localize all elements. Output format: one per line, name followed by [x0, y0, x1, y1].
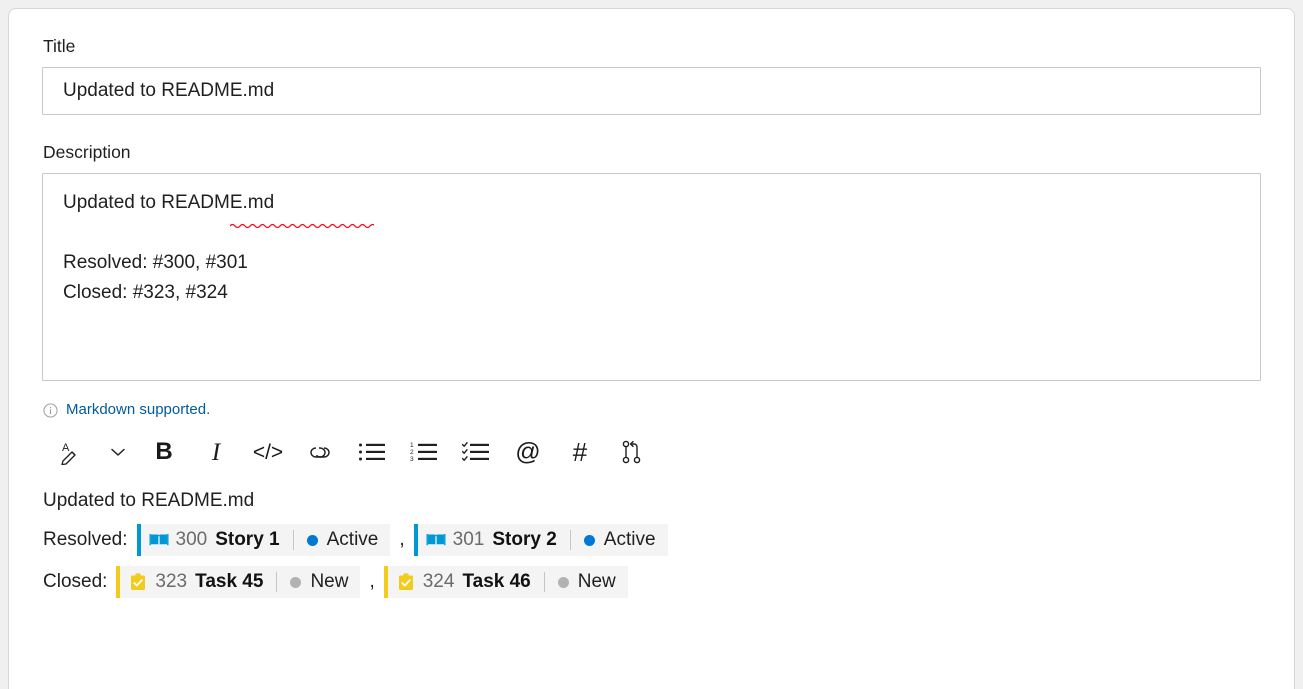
work-item-link-icon[interactable]: #	[554, 432, 606, 472]
work-item-chip[interactable]: 323 Task 45 New	[116, 566, 361, 598]
chip-separator: ,	[369, 571, 375, 592]
svg-text:A: A	[62, 442, 70, 454]
work-item-state: New	[577, 571, 616, 592]
checklist-icon[interactable]	[450, 432, 502, 472]
work-item-title: Task 46	[462, 571, 531, 592]
task-icon	[398, 573, 413, 590]
chip-separator: ,	[399, 529, 405, 550]
mention-label: @	[515, 437, 541, 466]
work-item-editor-panel: Title Description Updated to README.md R…	[8, 8, 1295, 689]
numbered-list-icon[interactable]: 1 2 3	[398, 432, 450, 472]
info-icon	[43, 402, 58, 418]
svg-text:3: 3	[410, 456, 414, 463]
bold-label: B	[155, 438, 173, 465]
italic-label: I	[211, 438, 221, 466]
task-icon	[131, 573, 146, 590]
work-item-state: Active	[326, 529, 379, 550]
state-dot	[306, 534, 318, 546]
title-input[interactable]	[42, 67, 1261, 115]
work-item-state: Active	[603, 529, 656, 550]
description-label: Description	[43, 142, 131, 162]
chip-divider	[569, 530, 571, 550]
svg-text:1: 1	[410, 442, 414, 449]
work-item-title: Task 45	[195, 571, 264, 592]
work-item-id: 323	[155, 571, 188, 592]
chip-divider	[292, 530, 294, 550]
work-item-title: Story 1	[215, 529, 280, 550]
markdown-supported-note: Markdown supported.	[43, 402, 1262, 418]
bulleted-list-icon[interactable]	[346, 432, 398, 472]
work-item-chip[interactable]: 324 Task 46 New	[383, 566, 628, 598]
chip-divider	[543, 572, 545, 592]
state-dot	[290, 576, 302, 588]
work-item-state: New	[310, 571, 349, 592]
work-item-link-label: #	[572, 437, 588, 467]
user-story-icon	[149, 534, 168, 546]
description-textarea[interactable]: Updated to README.md Resolved: #300, #30…	[42, 173, 1261, 381]
work-item-chip[interactable]: 301 Story 2 Active	[413, 524, 668, 556]
work-item-id: 324	[422, 571, 455, 592]
mention-icon[interactable]: @	[502, 432, 554, 472]
row-label-resolved: Resolved:	[43, 529, 128, 550]
link-icon[interactable]	[294, 432, 346, 472]
pull-request-icon[interactable]	[606, 432, 658, 472]
bold-icon[interactable]: B	[138, 432, 190, 472]
title-label: Title	[43, 36, 76, 56]
state-dot	[583, 534, 595, 546]
chevron-down-icon[interactable]	[98, 432, 138, 472]
markdown-supported-link[interactable]: Markdown supported.	[66, 402, 210, 418]
markdown-toolbar: A B I </> 1 2 3 @ #	[46, 432, 1262, 472]
user-story-icon	[426, 534, 446, 546]
italic-icon[interactable]: I	[190, 432, 242, 472]
work-item-id: 301	[452, 529, 485, 550]
code-icon[interactable]: </>	[242, 432, 294, 472]
chip-divider	[276, 572, 278, 592]
work-item-id: 300	[175, 529, 208, 550]
text-style-icon[interactable]: A	[46, 432, 98, 472]
code-label: </>	[252, 440, 284, 464]
state-dot	[557, 576, 569, 588]
row-label-closed: Closed:	[43, 571, 108, 592]
work-item-title: Story 2	[492, 529, 557, 550]
preview-row-closed: Closed: 323 Task 45 New , 324 Task 46 Ne…	[43, 566, 1262, 598]
work-item-chip[interactable]: 300 Story 1 Active	[136, 524, 391, 556]
svg-text:2: 2	[410, 449, 414, 456]
preview-heading: Updated to README.md	[43, 490, 255, 511]
preview-row-resolved: Resolved: 300 Story 1 Active , 301 Story…	[43, 524, 1262, 556]
